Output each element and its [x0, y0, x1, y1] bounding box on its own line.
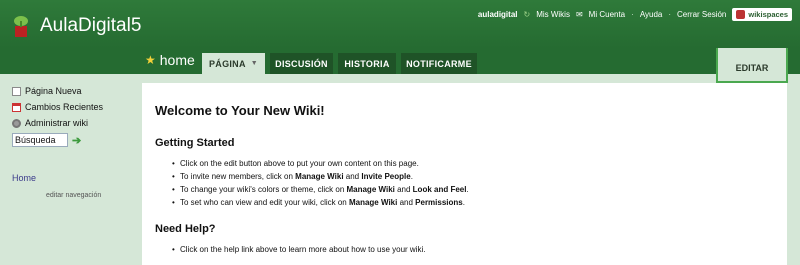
logout-link[interactable]: Cerrar Sesión: [677, 10, 726, 19]
my-wikis-link[interactable]: Mis Wikis: [536, 10, 570, 19]
sidebar-item-label: Página Nueva: [25, 86, 82, 96]
tab-notificarme[interactable]: NOTIFICARME: [401, 53, 477, 74]
edit-navigation-link[interactable]: editar navegación: [46, 192, 101, 199]
my-account-link[interactable]: Mi Cuenta: [589, 10, 625, 19]
username-link[interactable]: auladigital: [478, 10, 518, 19]
search-go-arrow-icon[interactable]: ➔: [72, 134, 81, 147]
wikispaces-logo-icon: [736, 10, 746, 19]
main-content: Welcome to Your New Wiki! Getting Starte…: [142, 83, 787, 265]
list-item-text: and: [394, 185, 413, 194]
chevron-down-icon[interactable]: ▼: [251, 60, 258, 67]
list-item-bold: Invite People: [361, 172, 411, 181]
edit-button[interactable]: EDITAR: [716, 48, 788, 83]
list-item-text: and: [397, 198, 416, 207]
getting-started-list: Click on the edit button above to put yo…: [172, 157, 469, 209]
list-item-text: To set who can view and edit your wiki, …: [180, 198, 349, 207]
gear-icon: [12, 118, 21, 128]
list-item-text: .: [466, 185, 469, 194]
calendar-icon: [12, 102, 21, 112]
tab-discusion[interactable]: DISCUSIÓN: [270, 53, 333, 74]
getting-started-heading: Getting Started: [155, 137, 235, 149]
new-page-icon: [12, 86, 21, 96]
sidebar: Página Nueva Cambios Recientes Administr…: [12, 84, 132, 147]
list-item-bold: Manage Wiki: [295, 172, 344, 181]
list-item: To change your wiki's colors or theme, c…: [172, 183, 469, 196]
sidebar-item-label: Administrar wiki: [25, 118, 89, 128]
refresh-icon: ↻: [523, 10, 531, 19]
list-item: Click on the help link above to learn mo…: [172, 243, 425, 256]
search-input[interactable]: [12, 133, 68, 147]
mail-icon[interactable]: ✉: [576, 10, 583, 19]
star-icon[interactable]: ★: [145, 53, 156, 67]
list-item-text: Click on the help link above to learn mo…: [180, 245, 426, 254]
help-link[interactable]: Ayuda: [640, 10, 663, 19]
separator: ·: [631, 10, 634, 19]
list-item-bold: Manage Wiki: [346, 185, 395, 194]
page-title-text: home: [159, 52, 195, 68]
sidebar-item-recent-changes[interactable]: Cambios Recientes: [12, 100, 132, 114]
sidebar-item-manage-wiki[interactable]: Administrar wiki: [12, 116, 132, 130]
separator: ·: [668, 10, 672, 19]
list-item-text: To invite new members, click on: [180, 172, 296, 181]
nav-home-link[interactable]: Home: [12, 173, 36, 183]
page-tab-bar: ★ home PÁGINA ▼ DISCUSIÓN HISTORIA NOTIF…: [0, 48, 800, 74]
sidebar-item-new-page[interactable]: Página Nueva: [12, 84, 132, 98]
list-item-bold: Permissions: [415, 198, 463, 207]
tab-pagina-label: PÁGINA: [208, 58, 246, 69]
list-item-text: .: [462, 198, 465, 207]
tab-pagina[interactable]: PÁGINA ▼: [202, 53, 265, 74]
need-help-heading: Need Help?: [155, 223, 216, 235]
list-item-text: and: [343, 172, 362, 181]
list-item-text: To change your wiki's colors or theme, c…: [180, 185, 347, 194]
header-bar: AulaDigital5 auladigital ↻ Mis Wikis ✉ M…: [0, 0, 800, 48]
page-title: ★ home: [145, 52, 195, 68]
site-title[interactable]: AulaDigital5: [40, 15, 141, 37]
content-title: Welcome to Your New Wiki!: [155, 103, 325, 118]
list-item-text: Click on the edit button above to put yo…: [180, 159, 419, 168]
list-item: To invite new members, click on Manage W…: [172, 170, 469, 183]
wikispaces-badge[interactable]: wikispaces: [732, 8, 792, 21]
need-help-list: Click on the help link above to learn mo…: [172, 243, 425, 256]
list-item-text: .: [410, 172, 413, 181]
sidebar-item-label: Cambios Recientes: [25, 102, 104, 112]
list-item-bold: Look and Feel: [412, 185, 467, 194]
plant-logo-icon: [14, 16, 28, 37]
list-item: To set who can view and edit your wiki, …: [172, 196, 469, 209]
list-item-bold: Manage Wiki: [348, 198, 398, 207]
wikispaces-label: wikispaces: [748, 10, 788, 19]
top-navigation: auladigital ↻ Mis Wikis ✉ Mi Cuenta · Ay…: [478, 8, 792, 21]
tab-historia[interactable]: HISTORIA: [338, 53, 396, 74]
list-item: Click on the edit button above to put yo…: [172, 157, 469, 170]
search-form: ➔: [12, 133, 132, 147]
